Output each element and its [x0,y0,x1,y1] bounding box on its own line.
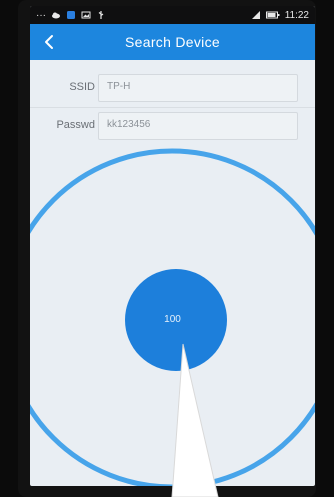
radar-area: 100 [30,144,315,486]
password-label: Passwd [56,119,95,131]
password-input[interactable]: kk123456 [98,112,298,140]
usb-icon [98,11,104,19]
ssid-row: SSID TP-H [30,74,315,102]
form-divider [30,107,315,108]
status-bar: ··· 11:22 [30,6,315,24]
app-icon [67,11,75,19]
status-time: 11:22 [284,9,309,21]
image-icon [81,11,91,19]
center-value: 100 [164,314,181,325]
signal-icon [251,11,260,19]
device-frame: ··· 11:22 Search Device SSID TP-H Passwd… [0,0,334,497]
cloud-icon [52,12,60,19]
phone-screen: ··· 11:22 Search Device SSID TP-H Passwd… [30,6,315,486]
app-header: Search Device [30,24,315,60]
ssid-input[interactable]: TP-H [98,74,298,102]
page-title: Search Device [125,34,220,50]
more-dots-icon: ··· [36,9,46,21]
battery-icon [265,11,280,19]
ssid-label: SSID [69,81,95,93]
status-left-icons: ··· [36,10,106,21]
password-row: Passwd kk123456 [30,112,315,140]
status-right-icons: 11:22 [251,10,309,21]
